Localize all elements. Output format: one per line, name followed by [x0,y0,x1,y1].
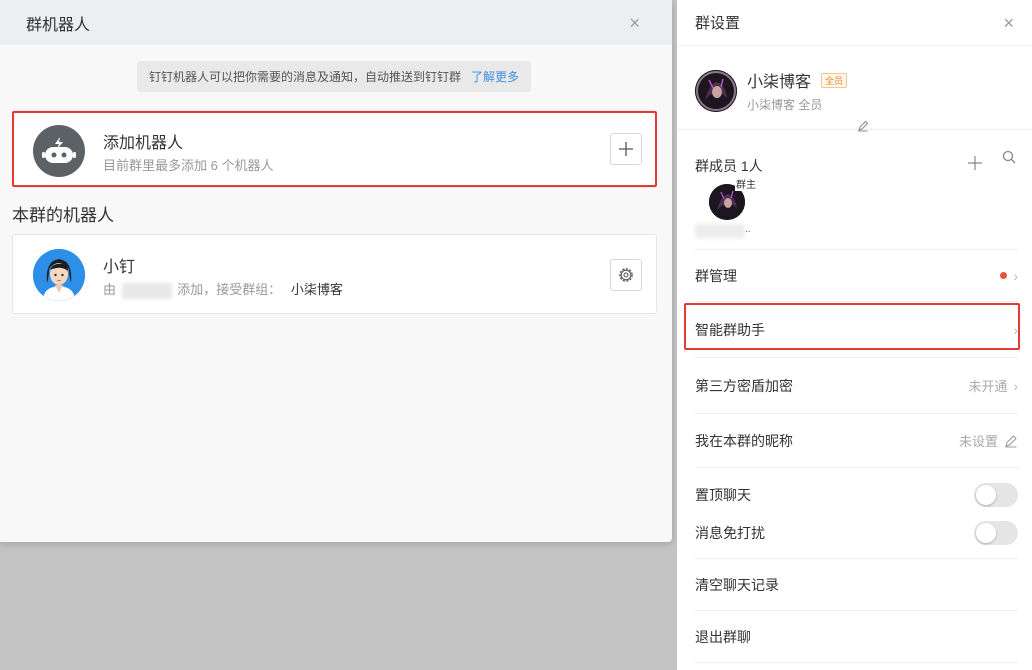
nickname-right: 未设置 [959,431,1018,450]
robot-avatar [33,249,85,301]
row-encryption[interactable]: 第三方密盾加密 未开通 › [695,358,1018,414]
chevron-right-icon: › [1013,267,1018,284]
mute-toggle[interactable] [974,521,1018,545]
robot-group-name: 小柒博客 [290,282,343,297]
chevron-right-icon: › [1013,377,1018,394]
robot-list-item: 小钉 由 添加，接受群组： 小柒博客 [12,234,657,314]
group-avatar [695,70,737,112]
alert-dot [1000,272,1008,279]
robot-settings-button[interactable] [610,259,642,291]
edit-icon [1005,434,1017,447]
exit-group-label: 退出群聊 [695,628,751,645]
group-manage-label: 群管理 [695,267,737,284]
notice-banner: 钉钉机器人可以把你需要的消息及通知，自动推送到钉钉群 了解更多 [137,61,531,92]
pin-chat-label: 置顶聊天 [695,487,751,503]
clear-history-label: 清空聊天记录 [695,576,779,593]
member-name-ellipsis: .. [745,224,751,235]
smart-assistant-highlight [684,303,1020,350]
row-mute: 消息免打扰 [695,514,1018,552]
dialog-header: 群机器人 × [0,0,672,45]
panel-header: 群设置 × [677,0,1032,46]
row-nickname[interactable]: 我在本群的昵称 未设置 [695,414,1018,468]
nickname-status: 未设置 [958,434,998,449]
add-member-icon[interactable] [968,154,982,175]
group-subtitle: 小柒博客 全员 [747,98,823,112]
row-pin-chat: 置顶聊天 [695,476,1018,514]
members-title: 群成员 1人 [695,158,763,174]
notice-text: 钉钉机器人可以把你需要的消息及通知，自动推送到钉钉群 [148,70,461,84]
gear-icon [619,268,633,282]
encryption-status: 未开通 [968,379,1008,394]
encryption-right: 未开通 › [968,376,1018,395]
dialog-title: 群机器人 [26,16,91,34]
owner-tag: 群主 [735,176,757,191]
robot-desc-prefix: 由 [103,282,117,297]
group-profile[interactable]: 小柒博客 全员 小柒博客 全员 [677,46,1032,132]
encryption-label: 第三方密盾加密 [695,377,793,394]
panel-title: 群设置 [695,15,741,32]
mute-label: 消息免打扰 [695,525,765,541]
add-robot-highlight [12,111,657,187]
row-group-manage[interactable]: 群管理 › [695,250,1018,302]
pin-chat-toggle[interactable] [974,483,1018,507]
robot-dialog: 群机器人 × 钉钉机器人可以把你需要的消息及通知，自动推送到钉钉群 了解更多 添… [0,0,672,542]
dialog-close-icon[interactable]: × [629,14,640,32]
learn-more-link[interactable]: 了解更多 [471,68,519,85]
robot-desc-middle: 添加，接受群组： [177,282,282,297]
panel-close-icon[interactable]: × [1003,14,1014,32]
blurred-username [121,282,172,299]
group-settings-panel: 群设置 × 小柒博客 全员 小柒博客 全员 群成员 1人 群主 .. 群管理 ›… [677,0,1032,670]
blurred-member-name [695,224,745,238]
robot-name: 小钉 [103,259,136,276]
all-members-badge: 全员 [821,73,848,88]
members-section: 群成员 1人 群主 .. [695,130,1018,250]
search-member-icon[interactable] [1002,150,1016,169]
group-manage-right: › [1000,268,1018,284]
row-clear-history[interactable]: 清空聊天记录 [695,559,1018,611]
section-title: 本群的机器人 [12,206,114,225]
nickname-label: 我在本群的昵称 [695,432,793,449]
group-name: 小柒博客 [747,74,812,91]
robot-description: 由 添加，接受群组： 小柒博客 [103,279,343,299]
row-exit-group[interactable]: 退出群聊 [695,611,1018,663]
